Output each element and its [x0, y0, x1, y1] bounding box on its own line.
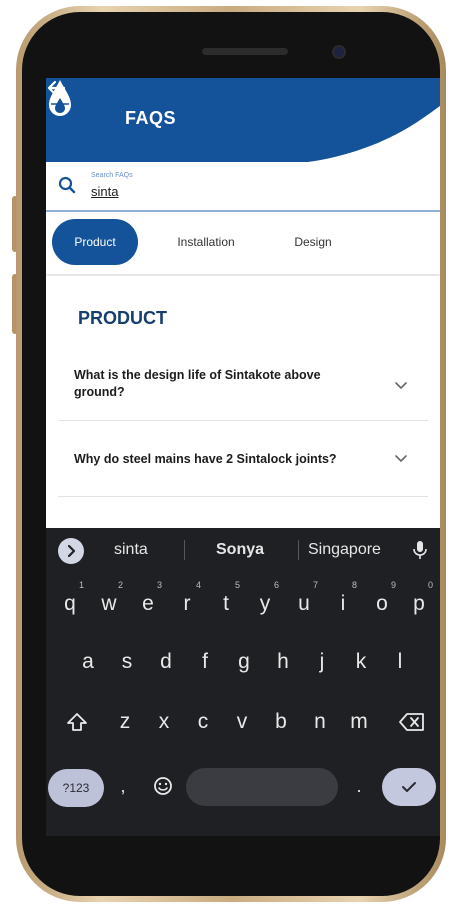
- key-e[interactable]: e3: [129, 580, 167, 626]
- suggestion-2[interactable]: Sonya: [216, 528, 264, 572]
- shift-key[interactable]: [60, 700, 94, 744]
- search-bar[interactable]: Search FAQs sinta: [46, 162, 440, 212]
- key-v[interactable]: v: [223, 700, 261, 744]
- key-b[interactable]: b: [262, 700, 300, 744]
- emoji-icon: [154, 777, 172, 795]
- app-screen: FAQS Search FAQs sinta Product Installat…: [46, 78, 440, 836]
- key-g[interactable]: g: [225, 640, 263, 684]
- key-x[interactable]: x: [145, 700, 183, 744]
- space-key[interactable]: [186, 768, 338, 806]
- faq-question: What is the design life of Sintakote abo…: [74, 368, 321, 399]
- key-i[interactable]: i8: [324, 580, 362, 626]
- header-background: [46, 78, 440, 162]
- key-t[interactable]: t5: [207, 580, 245, 626]
- key-h[interactable]: h: [264, 640, 302, 684]
- key-p[interactable]: p0: [400, 580, 438, 626]
- backspace-icon: [399, 713, 424, 731]
- phone-speaker: [202, 48, 288, 55]
- faq-content: PRODUCT What is the design life of Sinta…: [46, 276, 440, 528]
- suggestion-divider: [298, 540, 299, 560]
- faq-item[interactable]: Why do steel mains have 2 Sintalock join…: [58, 422, 428, 497]
- key-comma[interactable]: ,: [108, 764, 138, 808]
- suggestion-expand-icon[interactable]: [58, 538, 84, 564]
- emoji-key[interactable]: [148, 766, 178, 806]
- shift-icon: [67, 713, 87, 731]
- category-tabs: Product Installation Design: [46, 214, 440, 274]
- chevron-down-icon[interactable]: [394, 453, 408, 463]
- key-r[interactable]: r4: [168, 580, 206, 626]
- on-screen-keyboard: sinta Sonya Singapore q1 w2 e3 r4 t5 y6 …: [46, 528, 440, 836]
- water-drop-icon: [49, 80, 71, 116]
- search-input[interactable]: sinta: [91, 184, 118, 199]
- key-a[interactable]: a: [69, 640, 107, 684]
- suggestion-divider: [184, 540, 185, 560]
- section-title: PRODUCT: [78, 308, 167, 328]
- key-period[interactable]: .: [344, 764, 374, 808]
- suggestion-3[interactable]: Singapore: [308, 528, 381, 572]
- key-c[interactable]: c: [184, 700, 222, 744]
- key-q[interactable]: q1: [51, 580, 89, 626]
- tab-installation[interactable]: Installation: [162, 219, 250, 265]
- key-y[interactable]: y6: [246, 580, 284, 626]
- page-title: FAQS: [125, 108, 177, 128]
- key-d[interactable]: d: [147, 640, 185, 684]
- key-u[interactable]: u7: [285, 580, 323, 626]
- microphone-icon[interactable]: [412, 540, 428, 560]
- key-s[interactable]: s: [108, 640, 146, 684]
- enter-key[interactable]: [382, 768, 436, 806]
- search-icon: [58, 176, 76, 194]
- key-l[interactable]: l: [381, 640, 419, 684]
- key-j[interactable]: j: [303, 640, 341, 684]
- chevron-down-icon[interactable]: [394, 380, 408, 390]
- key-f[interactable]: f: [186, 640, 224, 684]
- search-label: Search FAQs: [91, 172, 133, 179]
- faq-item[interactable]: What is the design life of Sintakote abo…: [58, 352, 428, 421]
- faq-question: Why do steel mains have 2 Sintalock join…: [74, 452, 337, 466]
- app-header: FAQS: [46, 78, 440, 162]
- check-icon: [402, 782, 416, 792]
- tab-design[interactable]: Design: [278, 219, 348, 265]
- backspace-key[interactable]: [394, 700, 430, 744]
- key-z[interactable]: z: [106, 700, 144, 744]
- tab-product[interactable]: Product: [52, 219, 138, 265]
- key-k[interactable]: k: [342, 640, 380, 684]
- phone-camera: [334, 47, 344, 57]
- key-n[interactable]: n: [301, 700, 339, 744]
- symbols-key[interactable]: ?123: [48, 769, 104, 807]
- key-o[interactable]: o9: [363, 580, 401, 626]
- key-w[interactable]: w2: [90, 580, 128, 626]
- key-m[interactable]: m: [340, 700, 378, 744]
- suggestion-1[interactable]: sinta: [114, 528, 148, 572]
